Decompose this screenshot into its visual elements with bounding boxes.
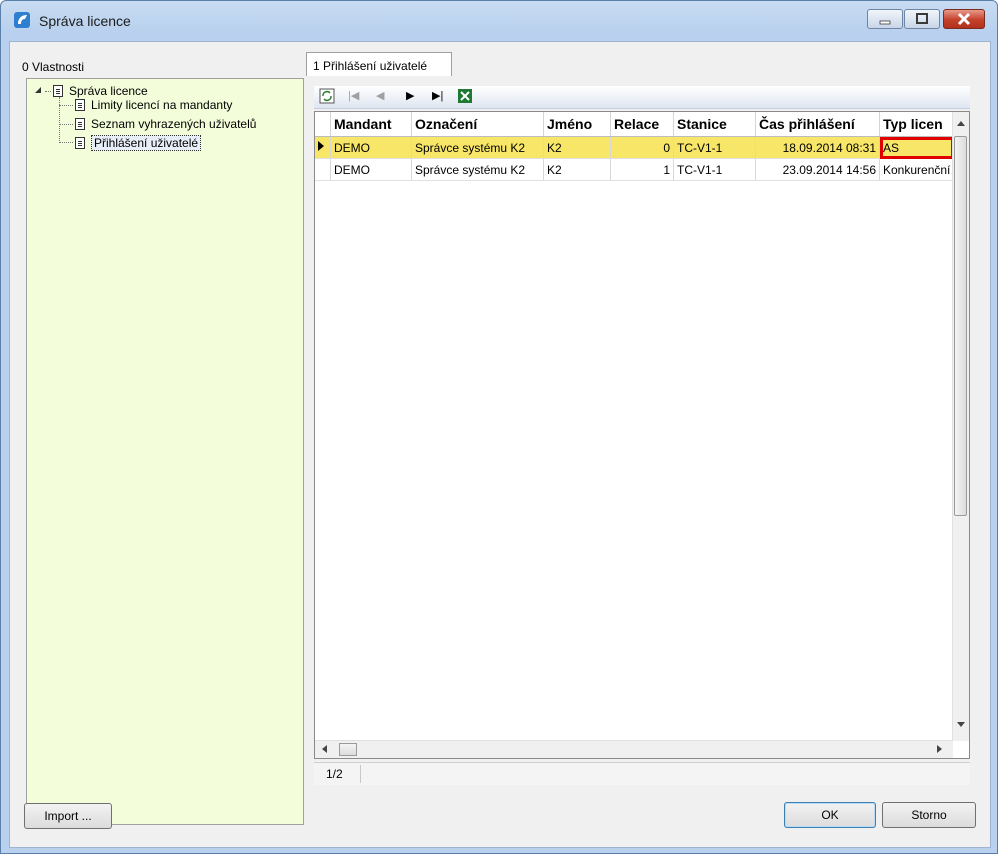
tree-item-seznam[interactable]: Seznam vyhrazených uživatelů <box>75 116 256 132</box>
properties-label: 0 Vlastnosti <box>22 60 85 74</box>
next-record-button[interactable]: ▶ <box>406 89 414 102</box>
maximize-button[interactable] <box>904 9 940 29</box>
column-header-relace[interactable]: Relace <box>610 112 674 137</box>
cell-jmeno[interactable]: K2 <box>543 136 611 159</box>
cell-oznaceni[interactable]: Správce systému K2 <box>411 158 544 181</box>
row-indicator <box>315 136 331 159</box>
previous-record-button[interactable]: ◀ <box>376 89 384 102</box>
scroll-right-icon[interactable] <box>937 745 943 753</box>
document-icon <box>75 99 85 111</box>
tree-item-label: Limity licencí na mandanty <box>91 98 233 112</box>
tab-panel: |◀ ◀ ▶ ▶| Mandant Označení Jméno Relace … <box>306 76 970 785</box>
tree-item-prihlaseni[interactable]: Přihlášení uživatelé <box>75 135 202 151</box>
scroll-up-icon[interactable] <box>957 120 965 126</box>
scroll-down-icon[interactable] <box>957 722 965 728</box>
vertical-scrollbar[interactable] <box>952 112 969 741</box>
row-indicator-header <box>315 112 331 137</box>
cell-oznaceni[interactable]: Správce systému K2 <box>411 136 544 159</box>
window: Správa licence 0 Vlastnosti Správa licen… <box>0 0 998 854</box>
cell-stanice[interactable]: TC-V1-1 <box>673 158 756 181</box>
app-icon <box>14 12 30 28</box>
status-divider <box>360 765 361 783</box>
document-icon <box>75 118 85 130</box>
table-row[interactable]: DEMO Správce systému K2 K2 0 TC-V1-1 18.… <box>315 136 955 159</box>
cell-cas-prihlaseni[interactable]: 18.09.2014 08:31 <box>755 136 880 159</box>
window-title: Správa licence <box>39 13 131 29</box>
tree-item-label-selected: Přihlášení uživatelé <box>91 135 202 151</box>
close-button[interactable] <box>943 9 985 29</box>
column-header-mandant[interactable]: Mandant <box>330 112 412 137</box>
close-icon <box>957 12 971 26</box>
current-row-arrow-icon <box>318 141 324 151</box>
tree-root-label: Správa licence <box>69 84 148 98</box>
last-record-button[interactable]: ▶| <box>432 89 443 102</box>
tab-prihlaseni-uzivatele[interactable]: 1 Přihlášení uživatelé <box>306 52 452 76</box>
tree-item-label: Seznam vyhrazených uživatelů <box>91 117 257 131</box>
minimize-icon <box>879 20 891 25</box>
maximize-icon <box>916 13 928 24</box>
tree-connector <box>59 142 73 143</box>
navigation-tree[interactable]: Správa licence Limity licencí na mandant… <box>26 78 304 825</box>
cell-typ-licence[interactable]: Konkurenční <box>879 158 955 181</box>
page-indicator: 1/2 <box>326 767 343 781</box>
column-header-oznaceni[interactable]: Označení <box>411 112 544 137</box>
ok-button[interactable]: OK <box>784 802 876 828</box>
scroll-left-icon[interactable] <box>321 745 327 753</box>
column-header-typ-licence[interactable]: Typ licen <box>879 112 955 137</box>
users-grid[interactable]: Mandant Označení Jméno Relace Stanice Ča… <box>314 111 970 759</box>
cell-stanice[interactable]: TC-V1-1 <box>673 136 756 159</box>
tree-connector <box>59 97 60 141</box>
tree-connector <box>59 105 73 106</box>
cell-cas-prihlaseni[interactable]: 23.09.2014 14:56 <box>755 158 880 181</box>
cell-jmeno[interactable]: K2 <box>543 158 611 181</box>
grid-table: Mandant Označení Jméno Relace Stanice Ča… <box>315 112 955 181</box>
cell-mandant[interactable]: DEMO <box>330 158 412 181</box>
excel-export-icon[interactable] <box>456 87 474 105</box>
horizontal-scrollbar[interactable] <box>315 740 953 758</box>
grid-toolbar: |◀ ◀ ▶ ▶| <box>314 86 970 109</box>
first-record-button[interactable]: |◀ <box>348 89 359 102</box>
tree-item-limity[interactable]: Limity licencí na mandanty <box>75 97 232 113</box>
column-header-stanice[interactable]: Stanice <box>673 112 756 137</box>
dialog-body: 0 Vlastnosti Správa licence Limity licen… <box>9 41 991 848</box>
document-icon <box>75 137 85 149</box>
row-indicator <box>315 158 331 181</box>
document-icon <box>53 85 63 97</box>
cell-relace[interactable]: 1 <box>610 158 674 181</box>
refresh-icon[interactable] <box>319 88 335 104</box>
grid-status-bar: 1/2 <box>314 762 970 785</box>
import-button[interactable]: Import ... <box>24 803 112 829</box>
tree-connector <box>45 91 51 92</box>
column-header-jmeno[interactable]: Jméno <box>543 112 611 137</box>
cancel-button[interactable]: Storno <box>882 802 976 828</box>
vertical-scroll-thumb[interactable] <box>954 136 967 516</box>
cell-mandant[interactable]: DEMO <box>330 136 412 159</box>
cell-relace[interactable]: 0 <box>610 136 674 159</box>
tree-connector <box>59 124 73 125</box>
table-row[interactable]: DEMO Správce systému K2 K2 1 TC-V1-1 23.… <box>315 158 955 181</box>
grid-header: Mandant Označení Jméno Relace Stanice Ča… <box>315 112 955 137</box>
minimize-button[interactable] <box>867 9 903 29</box>
cell-typ-licence-highlighted[interactable]: AS <box>879 136 955 159</box>
collapse-triangle-icon[interactable] <box>35 87 43 95</box>
column-header-cas-prihlaseni[interactable]: Čas přihlášení <box>755 112 880 137</box>
horizontal-scroll-thumb[interactable] <box>339 743 357 756</box>
title-bar[interactable]: Správa licence <box>1 1 997 41</box>
